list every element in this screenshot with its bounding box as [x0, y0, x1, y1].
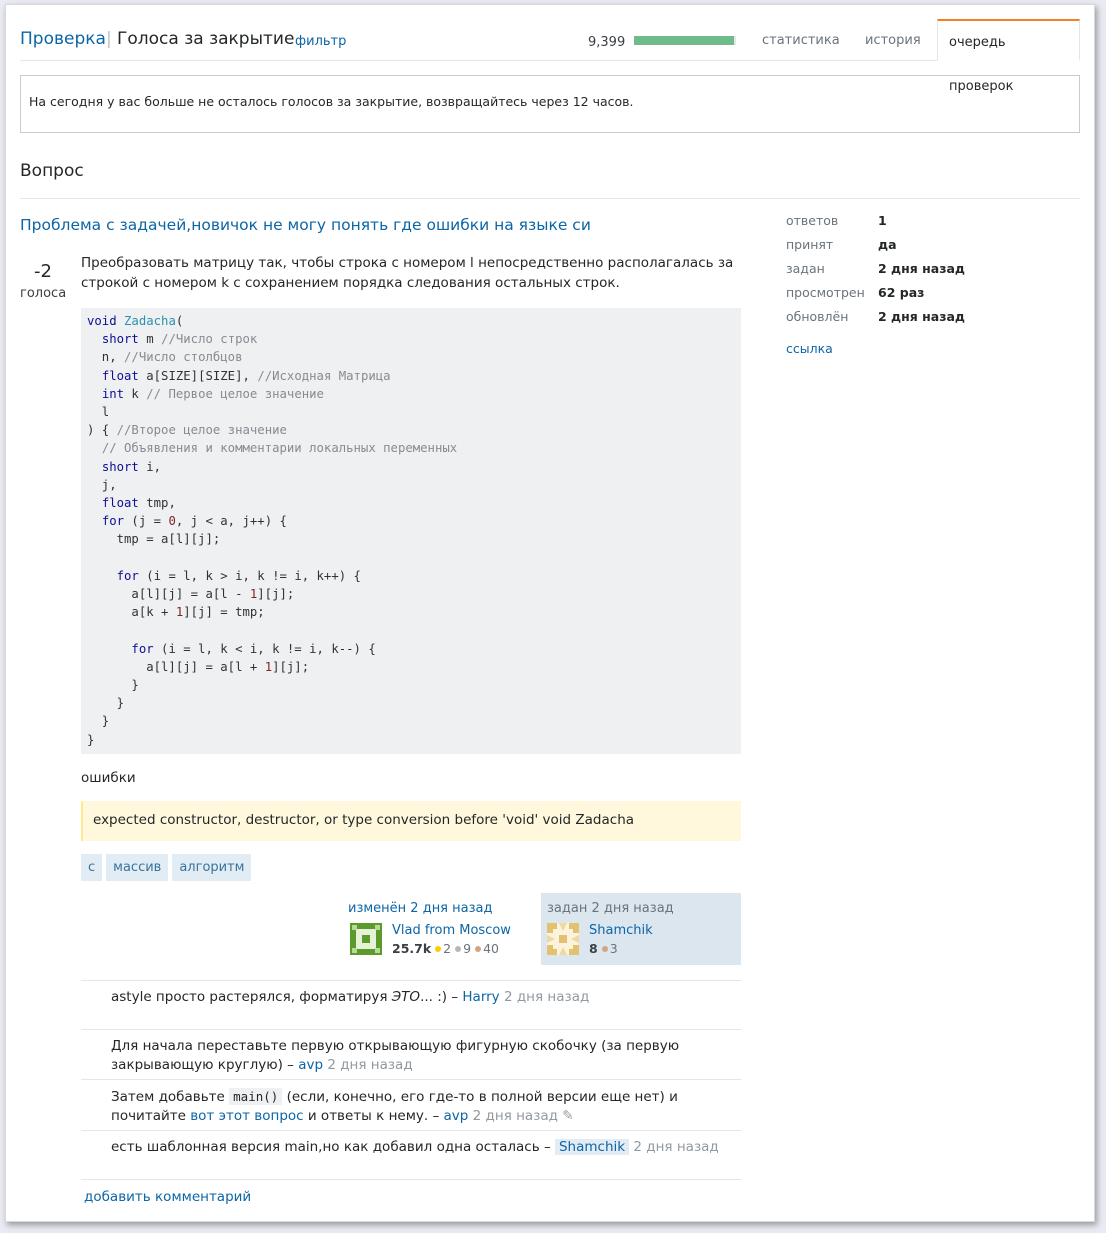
- stat-value: 2 дня назад: [878, 309, 966, 324]
- stat-accepted: принят да: [786, 237, 965, 261]
- ask-time: задан 2 дня назад: [547, 901, 674, 916]
- bronze-badge-icon: [601, 946, 608, 952]
- vote-number: -2: [34, 261, 52, 282]
- window-frame: Проверка | Голоса за закрытие фильтр 9,3…: [5, 4, 1095, 1222]
- page-title: Голоса за закрытие: [117, 29, 295, 49]
- comment: Для начала переставьте первую открывающу…: [81, 1030, 741, 1080]
- editor-reputation: 25.7k 2 9 40: [392, 941, 499, 956]
- editor-rep-value: 25.7k: [392, 941, 432, 956]
- comment-user-link[interactable]: Harry: [462, 989, 499, 1005]
- inline-code: main(): [229, 1088, 283, 1105]
- share-link[interactable]: ссылка: [786, 341, 833, 356]
- review-progress-bar: [634, 36, 736, 45]
- stat-value: 1: [878, 213, 887, 228]
- gold-badge-icon: [435, 946, 442, 952]
- stat-value: да: [878, 237, 897, 252]
- section-title: Вопрос: [20, 161, 84, 181]
- stat-label: просмотрен: [786, 285, 865, 300]
- editor-avatar[interactable]: [350, 923, 382, 955]
- stat-label: принят: [786, 237, 834, 252]
- asker-rep-value: 8: [589, 941, 598, 956]
- stat-label: задан: [786, 261, 825, 276]
- tab-review-queue[interactable]: очередь проверок: [937, 19, 1080, 94]
- comment: astyle просто растерялся, форматируя ЭТО…: [81, 981, 741, 1030]
- pencil-icon[interactable]: ✎: [562, 1108, 573, 1124]
- code-block: void Zadacha( short m //Число строк n, /…: [81, 308, 741, 754]
- comment-date: 2 дня назад: [503, 989, 590, 1005]
- review-count: 9,399: [588, 35, 626, 50]
- comment-question-link[interactable]: вот этот вопрос: [190, 1108, 303, 1124]
- comment-text: и ответы к нему. –: [303, 1108, 444, 1124]
- stat-viewed: просмотрен 62 раз: [786, 285, 965, 309]
- bronze-count: 40: [483, 941, 499, 956]
- error-quote: expected constructor, destructor, or typ…: [81, 801, 741, 841]
- question-stats: ответов 1 принят да задан 2 дня назад просм…: [786, 213, 965, 356]
- comment-text: astyle просто растерялся, форматируя: [111, 989, 392, 1005]
- tag-c[interactable]: c: [81, 854, 103, 881]
- silver-badge-icon: [455, 946, 462, 952]
- gold-count: 2: [443, 941, 452, 956]
- asker-reputation: 83: [589, 941, 618, 956]
- tab-stats[interactable]: статистика: [751, 19, 851, 61]
- tag-list: c массив алгоритм: [81, 854, 255, 881]
- comment-list: astyle просто растерялся, форматируя ЭТО…: [81, 980, 741, 1180]
- comment-user-link[interactable]: Shamchik: [554, 1139, 630, 1155]
- question-title-link[interactable]: Проблема с задачей,новичок не могу понят…: [20, 216, 591, 234]
- comment-date: 2 дня назад: [633, 1139, 719, 1155]
- silver-count: 9: [463, 941, 472, 956]
- review-header: Проверка | Голоса за закрытие фильтр 9,3…: [20, 19, 1080, 94]
- edit-time-link[interactable]: изменён 2 дня назад: [348, 901, 492, 916]
- stat-answers: ответов 1: [786, 213, 965, 237]
- vote-label: голоса: [20, 286, 67, 301]
- comment-date: 2 дня назад: [327, 1057, 413, 1073]
- stat-label: обновлён: [786, 309, 849, 324]
- stat-label: ответов: [786, 213, 839, 228]
- tag-algorithm[interactable]: алгоритм: [172, 854, 252, 881]
- stat-asked: задан 2 дня назад: [786, 261, 965, 285]
- asker-signature: задан 2 дня назад Shamchik 83: [541, 893, 741, 965]
- comment: Затем добавьте main() (если, конечно, ег…: [81, 1080, 741, 1131]
- comment-date: 2 дня назад: [472, 1108, 558, 1124]
- errors-label: ошибки: [81, 770, 136, 786]
- bronze-badge-icon: [475, 946, 482, 952]
- tab-history[interactable]: история: [854, 19, 932, 61]
- stat-updated: обновлён 2 дня назад: [786, 309, 965, 333]
- asker-avatar[interactable]: [547, 923, 579, 955]
- breadcrumb-review-link[interactable]: Проверка: [20, 29, 106, 49]
- asker-name-link[interactable]: Shamchik: [589, 923, 653, 938]
- filter-link[interactable]: фильтр: [295, 34, 346, 49]
- comment-text: Затем добавьте: [111, 1089, 230, 1105]
- add-comment-link[interactable]: добавить комментарий: [84, 1189, 251, 1205]
- comment-text: есть шаблонная версия main,но как добави…: [111, 1139, 555, 1155]
- comment-text: ... :) –: [420, 989, 463, 1005]
- vote-count: -2 голоса: [20, 261, 66, 301]
- comment-user-link[interactable]: avp: [298, 1057, 323, 1073]
- comment-emphasis: ЭТО: [391, 989, 421, 1005]
- review-progress-fill: [634, 36, 734, 45]
- question-body: Преобразовать матрицу так, чтобы строка …: [81, 255, 734, 291]
- breadcrumb-separator: |: [106, 29, 112, 49]
- editor-signature: изменён 2 дня назад Vlad from Moscow 25.…: [344, 893, 540, 965]
- asker-bronze-count: 3: [609, 941, 618, 956]
- comment: есть шаблонная версия main,но как добави…: [81, 1131, 741, 1180]
- editor-name-link[interactable]: Vlad from Moscow: [392, 923, 511, 938]
- stat-value: 62 раз: [878, 285, 925, 300]
- comment-user-link[interactable]: avp: [444, 1108, 469, 1124]
- no-votes-notice: На сегодня у вас больше не осталось голо…: [20, 75, 1080, 133]
- divider: [20, 198, 1080, 199]
- stat-value: 2 дня назад: [878, 261, 966, 276]
- tag-array[interactable]: массив: [106, 854, 169, 881]
